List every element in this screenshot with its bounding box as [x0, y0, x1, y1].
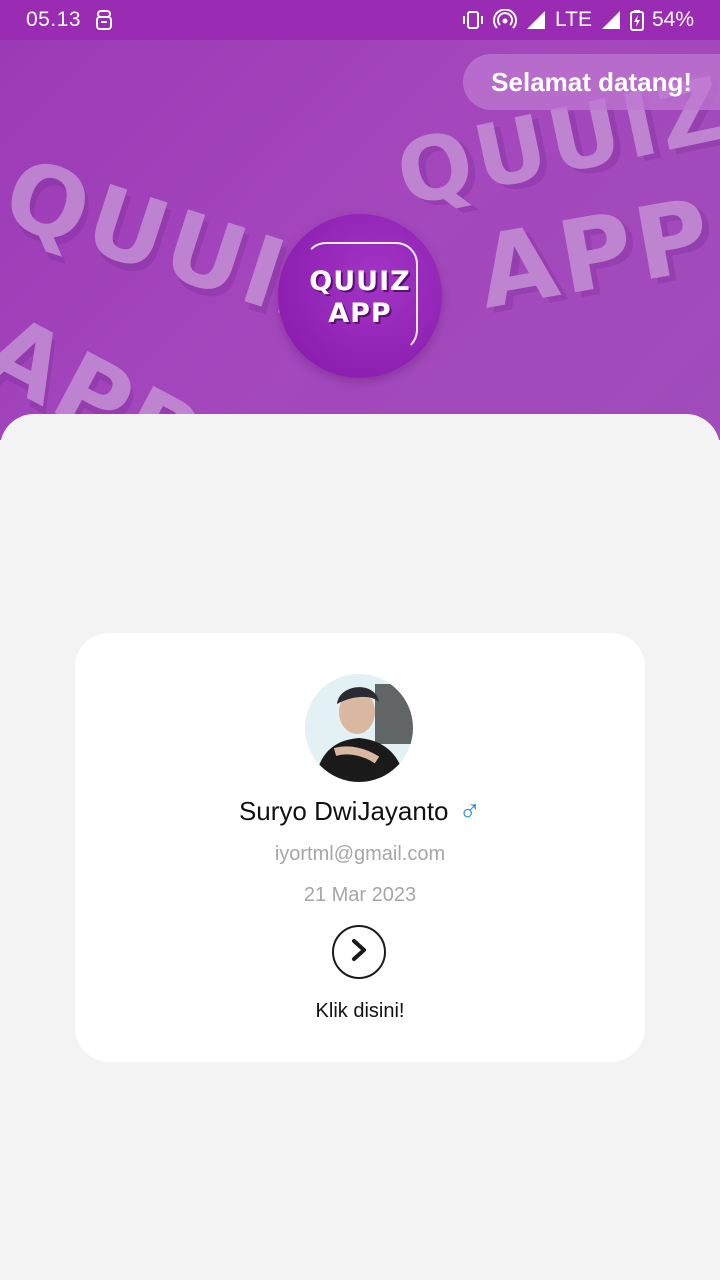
status-bar: 05.13 LTE 54% [0, 0, 720, 40]
profile-card: Suryo DwiJayanto ♂ iyortml@gmail.com 21 M… [75, 633, 645, 1062]
chevron-right-icon [348, 937, 370, 968]
user-date: 21 Mar 2023 [303, 884, 417, 906]
click-here-label[interactable]: Klik disini! [75, 1000, 645, 1023]
app-logo: QUUIZ APP [278, 214, 442, 378]
avatar [305, 674, 413, 782]
next-button[interactable] [332, 925, 386, 979]
user-email: iyortml@gmail.com [274, 843, 446, 865]
hotspot-icon [493, 9, 517, 31]
notification-icon [95, 9, 113, 31]
male-icon: ♂ [458, 795, 482, 828]
network-label: LTE [555, 8, 592, 31]
logo-text-line2: APP [328, 298, 392, 329]
status-right: LTE 54% [461, 8, 694, 32]
logo-text-line1: QUUIZ [309, 266, 411, 297]
header-banner: QUUIZ APP QUUIZ APP Selamat datang! QUUI… [0, 40, 720, 440]
signal-icon [525, 9, 547, 31]
signal-icon-2 [600, 9, 622, 31]
status-time: 05.13 [26, 8, 82, 31]
logo-frame [304, 242, 418, 352]
battery-icon [629, 9, 644, 31]
user-name: Suryo DwiJayanto [238, 796, 449, 826]
user-name-row: Suryo DwiJayanto ♂ [75, 795, 645, 829]
battery-level: 54% [651, 8, 694, 31]
vibrate-icon [461, 9, 485, 31]
welcome-badge: Selamat datang! [463, 54, 720, 110]
